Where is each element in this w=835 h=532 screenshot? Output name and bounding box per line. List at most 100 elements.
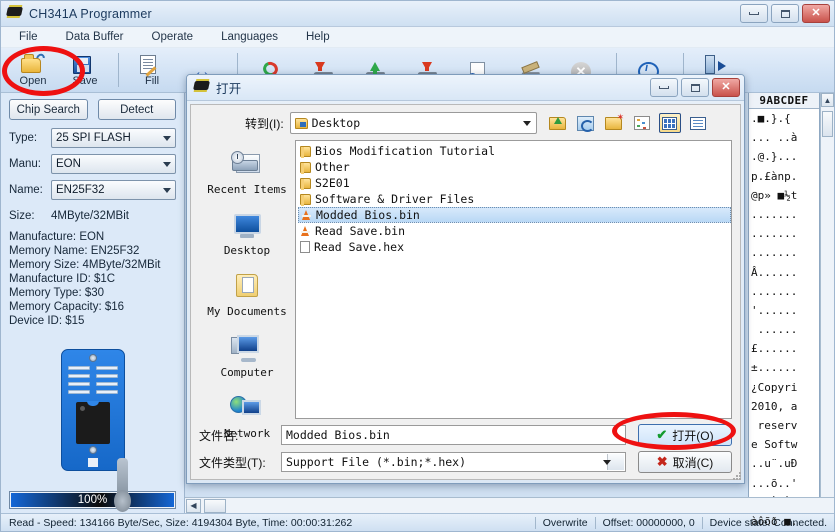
- folder-icon: [300, 193, 311, 206]
- progress-bar: 100%: [9, 491, 176, 509]
- size-row: Size: 4MByte/32MBit: [9, 210, 176, 222]
- chevron-down-icon: [163, 136, 171, 141]
- chevron-down-icon: [603, 460, 611, 465]
- ascii-row: .......: [751, 246, 798, 260]
- computer-icon: [230, 333, 264, 363]
- menu-languages[interactable]: Languages: [221, 31, 278, 43]
- type-value: 25 SPI FLASH: [56, 132, 131, 144]
- list-item[interactable]: Bios Modification Tutorial: [298, 143, 731, 159]
- file-name: Bios Modification Tutorial: [315, 144, 496, 158]
- file-name: Modded Bios.bin: [316, 208, 420, 222]
- file-name: Software & Driver Files: [315, 192, 475, 206]
- ascii-row: .......: [751, 284, 798, 298]
- detect-button[interactable]: Detect: [97, 99, 176, 120]
- save-label: Save: [72, 75, 98, 87]
- list-item[interactable]: Read Save.hex: [298, 239, 731, 255]
- chip-panel: Chip Search Detect Type: 25 SPI FLASH Ma…: [1, 93, 185, 513]
- info-memory-size: Memory Size: 4MByte/32MBit: [9, 259, 161, 271]
- file-name: Other: [315, 160, 350, 174]
- chip-icon: [6, 6, 23, 21]
- chevron-down-icon: [522, 121, 531, 126]
- dialog-titlebar: 打开 ✕: [187, 75, 744, 101]
- ascii-header: 9ABCDEF: [749, 93, 819, 109]
- ascii-row: àôõð ■.: [751, 514, 798, 528]
- scroll-up-icon[interactable]: ▲: [821, 93, 834, 107]
- resize-grip[interactable]: [731, 470, 741, 480]
- name-select[interactable]: EN25F32: [51, 180, 176, 200]
- file-list[interactable]: Bios Modification Tutorial Other S2E01 S…: [295, 140, 732, 419]
- details-view-icon[interactable]: [687, 113, 709, 133]
- list-item[interactable]: Read Save.bin: [298, 223, 731, 239]
- file-name: Read Save.bin: [315, 224, 406, 238]
- menubar: File Data Buffer Operate Languages Help: [1, 27, 834, 48]
- floppy-disk-icon: [73, 53, 97, 75]
- name-value: EN25F32: [56, 184, 105, 196]
- menu-data-buffer[interactable]: Data Buffer: [66, 31, 124, 43]
- hex-horizontal-scrollbar[interactable]: ◀: [185, 497, 834, 513]
- ascii-row: ¿Copyri: [751, 380, 798, 394]
- hex-vertical-scrollbar[interactable]: ▲ ▼: [820, 93, 834, 513]
- list-item[interactable]: Software & Driver Files: [298, 191, 731, 207]
- chip-search-button[interactable]: Chip Search: [9, 99, 88, 120]
- open-file-dialog: 打开 ✕ 转到(I): Desktop ✶ Recent Items Deskt…: [186, 74, 745, 484]
- name-label: Name:: [9, 184, 43, 196]
- maximize-icon[interactable]: [771, 4, 799, 23]
- place-my-documents[interactable]: My Documents: [199, 272, 295, 318]
- place-desktop[interactable]: Desktop: [199, 211, 295, 257]
- list-item[interactable]: Other: [298, 159, 731, 175]
- filetype-value: Support File (*.bin;*.hex): [286, 455, 467, 469]
- list-item-selected[interactable]: Modded Bios.bin: [298, 207, 731, 223]
- filename-input[interactable]: Modded Bios.bin: [281, 425, 626, 445]
- ascii-row: ...õ..': [751, 476, 798, 490]
- toolbar-separator: [118, 53, 119, 87]
- socket-illustration: [9, 328, 176, 512]
- manu-value: EON: [56, 158, 81, 170]
- goto-select[interactable]: Desktop: [289, 112, 537, 134]
- ascii-row: 2010, a: [751, 399, 798, 413]
- place-recent-items[interactable]: Recent Items: [199, 150, 295, 196]
- places-sidebar: Recent Items Desktop My Documents Comput…: [199, 140, 295, 440]
- close-icon[interactable]: ✕: [712, 78, 740, 97]
- filetype-select[interactable]: Support File (*.bin;*.hex): [281, 452, 626, 472]
- exit-door-icon: [705, 53, 729, 75]
- new-folder-icon[interactable]: [603, 112, 625, 133]
- open-toolbar-button[interactable]: Open: [7, 50, 59, 92]
- menu-file[interactable]: File: [19, 31, 38, 43]
- filename-row: 文件名: Modded Bios.bin ✔ 打开(O): [199, 424, 732, 446]
- up-folder-icon[interactable]: [547, 113, 569, 133]
- status-offset: Offset: 00000000, 0: [594, 516, 702, 529]
- type-select[interactable]: 25 SPI FLASH: [51, 128, 176, 148]
- scroll-left-icon[interactable]: ◀: [186, 498, 201, 513]
- menu-help[interactable]: Help: [306, 31, 330, 43]
- ascii-row: e Softw: [751, 438, 798, 452]
- tiles-view-icon[interactable]: [658, 113, 681, 133]
- save-toolbar-button[interactable]: Save: [59, 50, 111, 92]
- scrollbar-thumb-h[interactable]: [204, 498, 226, 513]
- ascii-row: .■.}.{: [751, 112, 791, 125]
- chevron-down-icon: [163, 188, 171, 193]
- place-computer[interactable]: Computer: [199, 333, 295, 379]
- dialog-middle: Recent Items Desktop My Documents Comput…: [199, 140, 732, 440]
- statusbar: Read - Speed: 134166 Byte/Sec, Size: 419…: [1, 513, 834, 531]
- ascii-row: ......: [751, 323, 798, 337]
- close-icon[interactable]: ✕: [802, 4, 830, 23]
- maximize-icon[interactable]: [681, 78, 709, 97]
- dialog-cancel-button[interactable]: ✖ 取消(C): [638, 451, 732, 473]
- filetype-label: 文件类型(T):: [199, 455, 266, 470]
- dialog-open-button[interactable]: ✔ 打开(O): [638, 424, 732, 446]
- chip-icon: [193, 80, 210, 95]
- manu-row: Manu: EON: [9, 154, 176, 174]
- manu-select[interactable]: EON: [51, 154, 176, 174]
- ascii-row: reserv: [751, 419, 798, 432]
- list-view-icon[interactable]: [631, 113, 653, 133]
- menu-operate[interactable]: Operate: [152, 31, 194, 43]
- ascii-row: .......: [751, 207, 798, 221]
- scrollbar-thumb[interactable]: [822, 111, 833, 137]
- fill-toolbar-button[interactable]: Fill: [126, 50, 178, 92]
- minimize-icon[interactable]: [740, 4, 768, 23]
- list-item[interactable]: S2E01: [298, 175, 731, 191]
- back-icon[interactable]: [575, 113, 597, 133]
- minimize-icon[interactable]: [650, 78, 678, 97]
- filetype-row: 文件类型(T): Support File (*.bin;*.hex) ✖ 取消…: [199, 451, 732, 473]
- open-label: Open: [19, 75, 47, 87]
